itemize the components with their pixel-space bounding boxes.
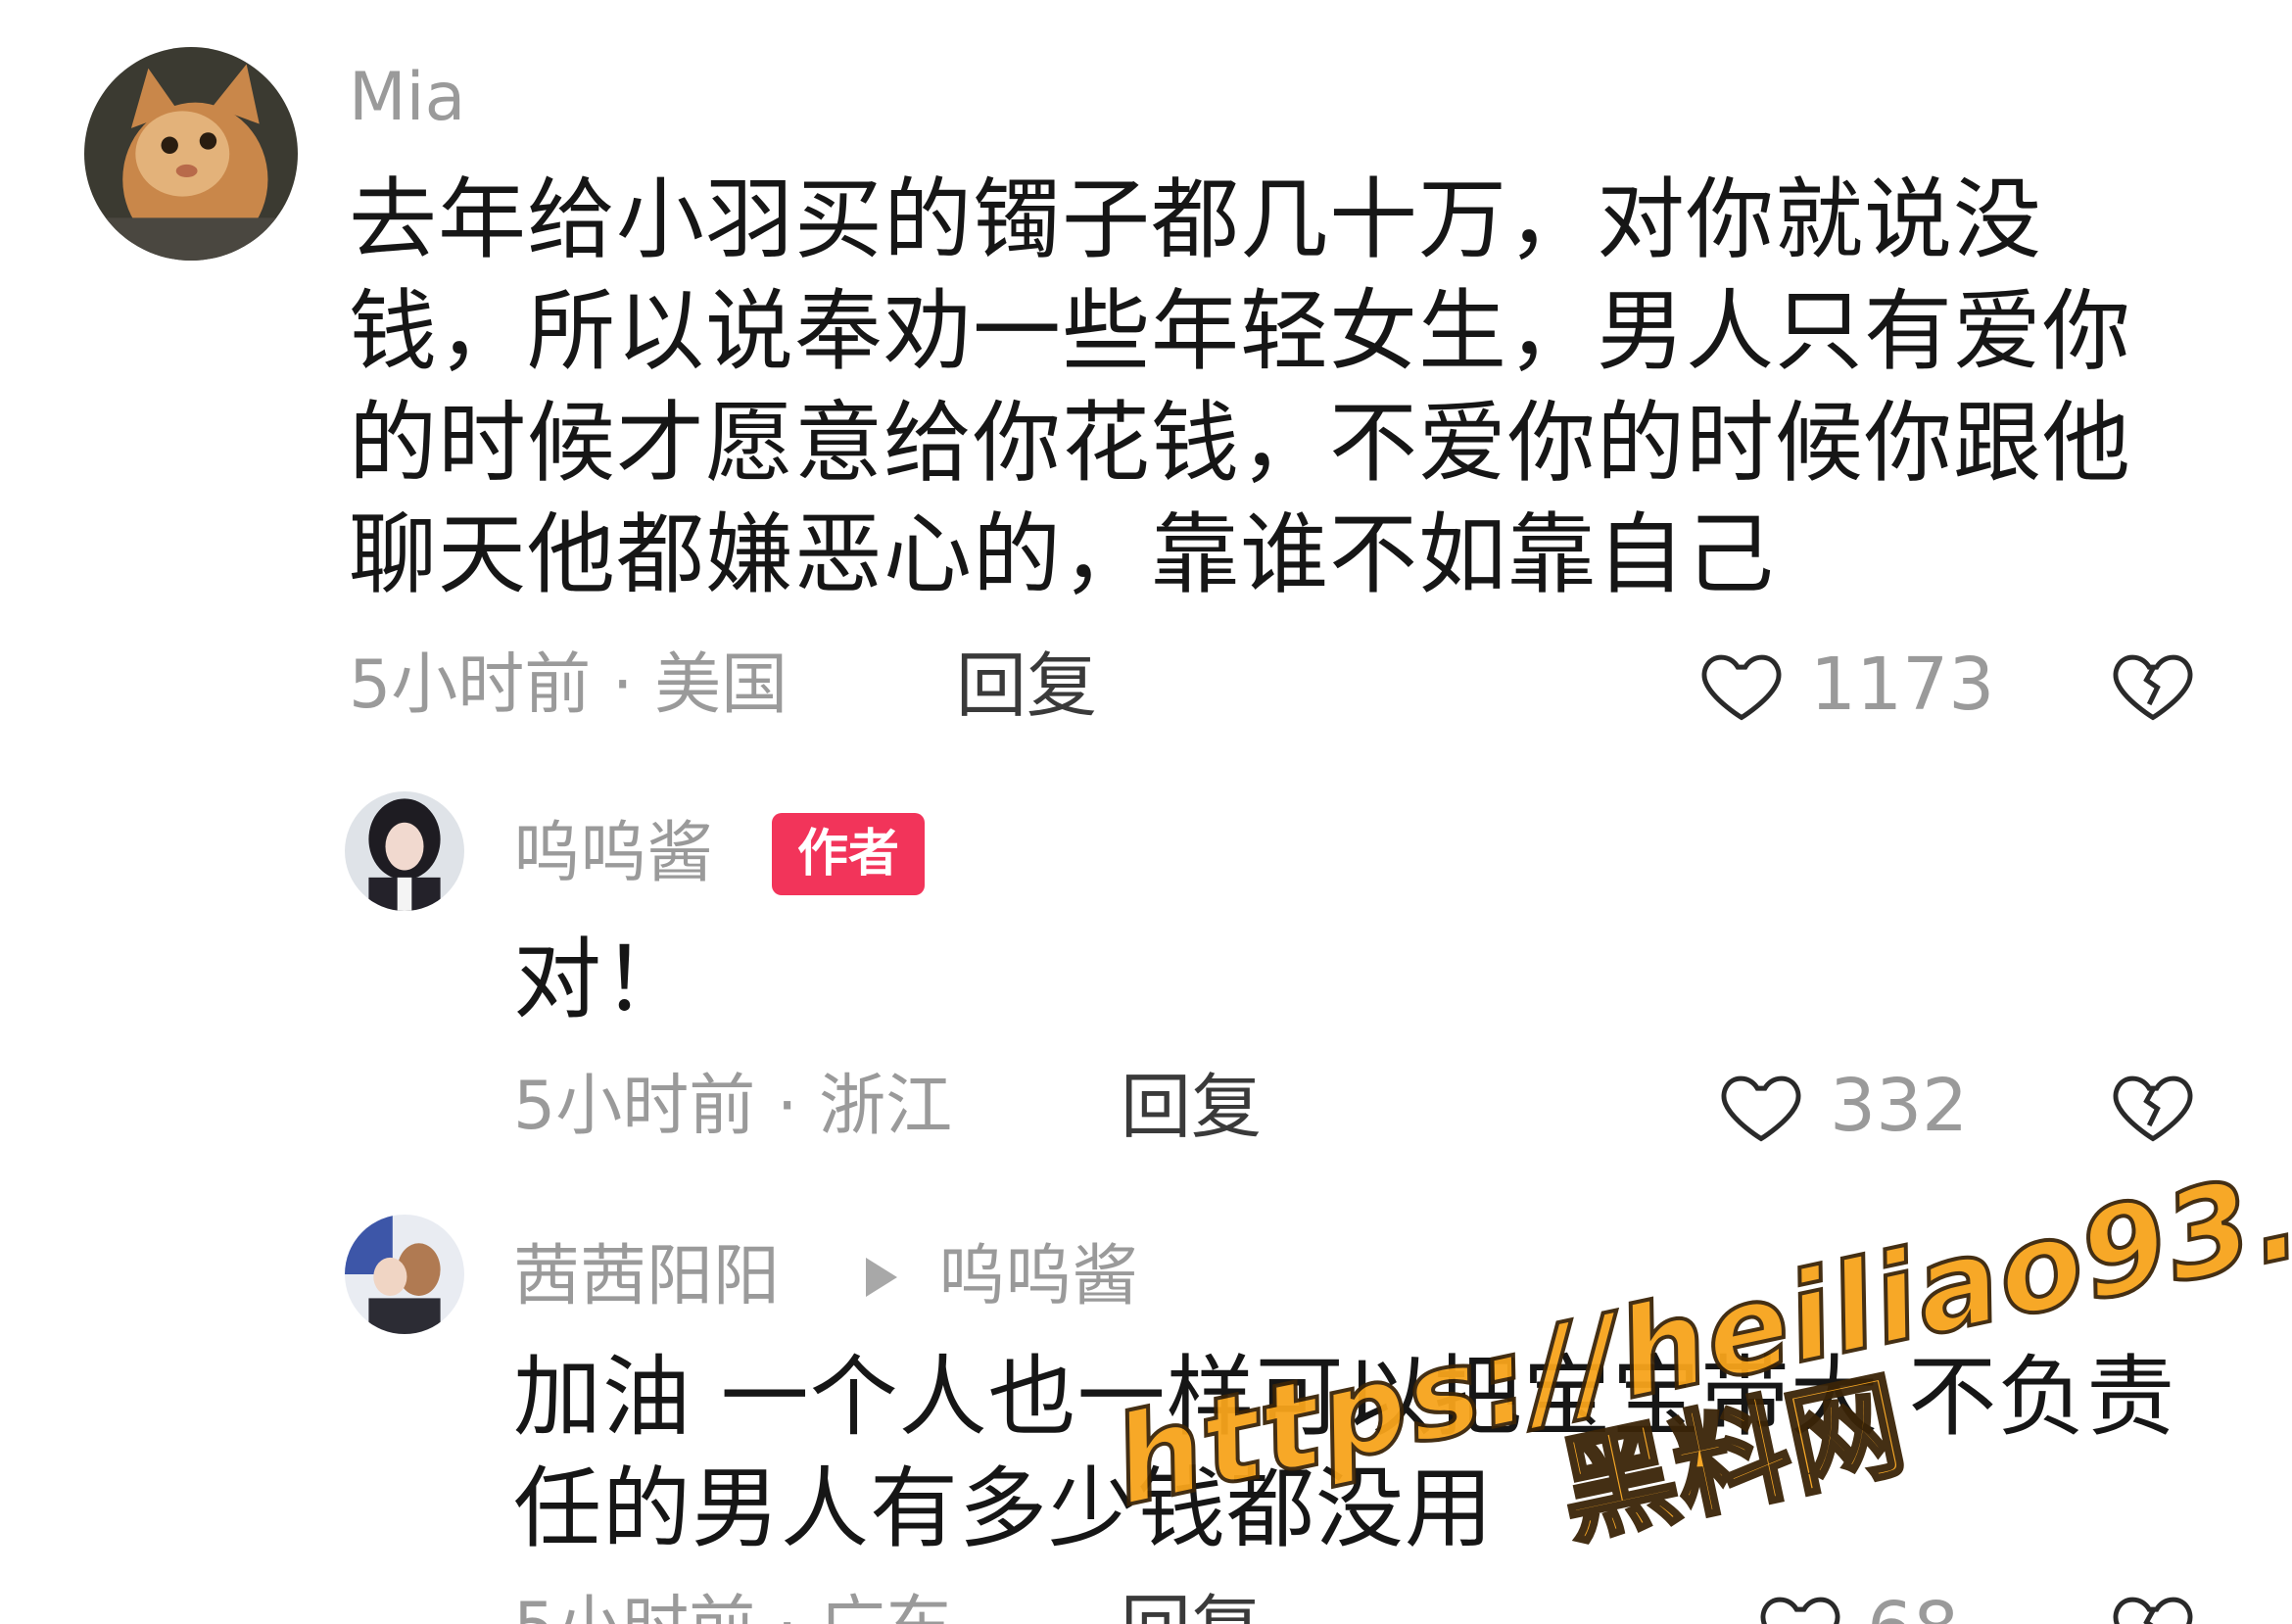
- username-wuwujiang[interactable]: 呜呜酱: [513, 821, 713, 887]
- broken-heart-icon[interactable]: [2108, 639, 2198, 729]
- couple-avatar-icon: [345, 1215, 464, 1334]
- comment-line: 去年给小羽买的镯子都几十万，对你就说没: [349, 168, 2042, 271]
- reply-button-wuwujiang[interactable]: 回复: [1121, 1072, 1262, 1142]
- comment-meta-wuwujiang: 5小时前 · 浙江: [513, 1068, 953, 1145]
- comment-text-mia: 去年给小羽买的镯子都几十万，对你就说没 钱，所以说奉劝一些年轻女生，男人只有爱你…: [349, 165, 2171, 611]
- comment-thread: Mia 去年给小羽买的镯子都几十万，对你就说没 钱，所以说奉劝一些年轻女生，男人…: [0, 0, 2292, 1624]
- heart-icon[interactable]: [1696, 639, 1787, 729]
- avatar-mia[interactable]: [84, 47, 298, 261]
- reply-button-mia[interactable]: 回复: [956, 650, 1097, 721]
- like-count-mia: 1173: [1810, 643, 1995, 727]
- heart-icon[interactable]: [1716, 1060, 1806, 1150]
- broken-heart-icon[interactable]: [2108, 1581, 2198, 1624]
- author-badge: 作者: [772, 813, 926, 895]
- avatar-wuwujiang[interactable]: [345, 791, 464, 911]
- comment-line: 的时候才愿意给你花钱，不爱你的时候你跟他: [349, 392, 2131, 495]
- avatar-xixiyangyang[interactable]: [345, 1215, 464, 1334]
- cat-avatar-icon: [84, 47, 298, 261]
- comment-line: 钱，所以说奉劝一些年轻女生，男人只有爱你: [349, 280, 2131, 383]
- reply-to-username[interactable]: 呜呜酱: [938, 1244, 1138, 1311]
- username-xixiyangyang[interactable]: 茜茜阳阳: [513, 1244, 780, 1311]
- like-count-wuwujiang: 332: [1830, 1064, 1969, 1148]
- username-mia[interactable]: Mia: [349, 65, 465, 131]
- reply-arrow-icon: [866, 1258, 897, 1297]
- comment-text-wuwujiang: 对！: [513, 929, 692, 1031]
- comment-meta-xixiyangyang: 5小时前 · 广东: [513, 1595, 952, 1624]
- girl-avatar-icon: [345, 791, 464, 911]
- broken-heart-icon[interactable]: [2108, 1060, 2198, 1150]
- like-count-xixiyangyang: 68: [1867, 1593, 1959, 1624]
- comment-meta-mia: 5小时前 · 美国: [349, 646, 788, 724]
- comment-line: 聊天他都嫌恶心的，靠谁不如靠自己: [349, 503, 1775, 606]
- reply-button-xixiyangyang[interactable]: 回复: [1121, 1593, 1262, 1624]
- heart-icon[interactable]: [1755, 1581, 1845, 1624]
